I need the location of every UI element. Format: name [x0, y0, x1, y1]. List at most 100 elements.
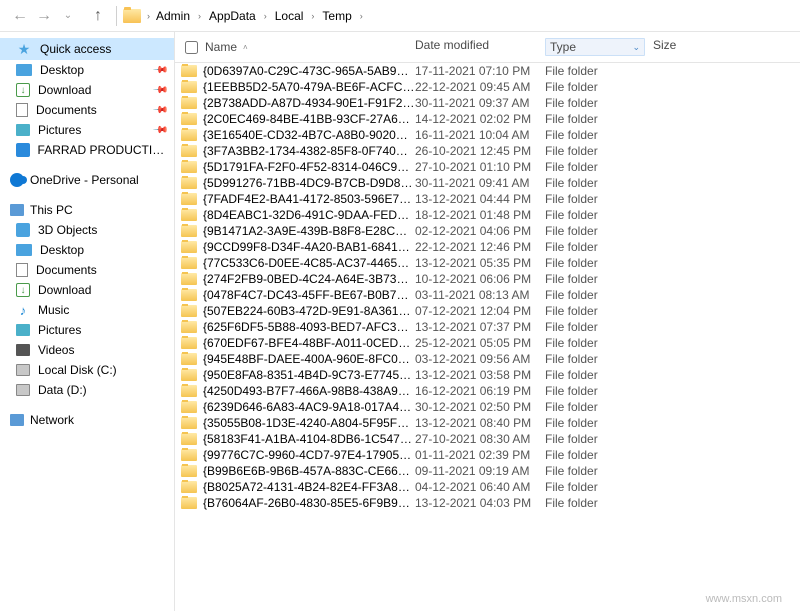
music-icon: ♪ — [16, 303, 30, 317]
table-row[interactable]: {1EEBB5D2-5A70-479A-BE6F-ACFC06F...22-12… — [175, 79, 800, 95]
table-row[interactable]: {0478F4C7-DC43-45FF-BE67-B0B735D...03-11… — [175, 287, 800, 303]
sidebar-item-desktop-pc[interactable]: Desktop — [0, 240, 174, 260]
table-row[interactable]: {945E48BF-DAEE-400A-960E-8FC0E5F...03-12… — [175, 351, 800, 367]
table-row[interactable]: {8D4EABC1-32D6-491C-9DAA-FED6C6...18-12-… — [175, 207, 800, 223]
sidebar-item-farrad[interactable]: FARRAD PRODUCTION — [0, 140, 174, 160]
file-type: File folder — [545, 144, 653, 158]
file-type: File folder — [545, 96, 653, 110]
file-name: {5D991276-71BB-4DC9-B7CB-D9D8BD... — [203, 176, 415, 190]
breadcrumb-segment[interactable]: Local — [271, 7, 308, 25]
folder-icon — [181, 353, 197, 365]
file-date: 25-12-2021 05:05 PM — [415, 336, 545, 350]
folder-icon — [181, 145, 197, 157]
table-row[interactable]: {670EDF67-BFE4-48BF-A011-0CED9B4...25-12… — [175, 335, 800, 351]
sidebar-item-documents[interactable]: Documents📌 — [0, 100, 174, 120]
folder-icon — [181, 497, 197, 509]
table-row[interactable]: {58183F41-A1BA-4104-8DB6-1C54758...27-10… — [175, 431, 800, 447]
table-row[interactable]: {5D991276-71BB-4DC9-B7CB-D9D8BD...30-11-… — [175, 175, 800, 191]
table-row[interactable]: {5D1791FA-F2F0-4F52-8314-046C9C8D...27-1… — [175, 159, 800, 175]
table-row[interactable]: {2C0EC469-84BE-41BB-93CF-27A6F4E...14-12… — [175, 111, 800, 127]
file-type: File folder — [545, 80, 653, 94]
sidebar-item-data-d[interactable]: Data (D:) — [0, 380, 174, 400]
file-date: 16-11-2021 10:04 AM — [415, 128, 545, 142]
file-type: File folder — [545, 224, 653, 238]
file-type: File folder — [545, 464, 653, 478]
table-row[interactable]: {B8025A72-4131-4B24-82E4-FF3A8E14...04-1… — [175, 479, 800, 495]
file-type: File folder — [545, 384, 653, 398]
file-type: File folder — [545, 432, 653, 446]
folder-icon — [181, 193, 197, 205]
table-row[interactable]: {625F6DF5-5B88-4093-BED7-AFC387F9...13-1… — [175, 319, 800, 335]
file-type: File folder — [545, 192, 653, 206]
sidebar-item-network[interactable]: Network — [0, 410, 174, 430]
table-row[interactable]: {950E8FA8-8351-4B4D-9C73-E77450D3...13-1… — [175, 367, 800, 383]
sidebar-item-this-pc[interactable]: This PC — [0, 200, 174, 220]
table-row[interactable]: {9CCD99F8-D34F-4A20-BAB1-6841C51...22-12… — [175, 239, 800, 255]
table-row[interactable]: {6239D646-6A83-4AC9-9A18-017A433...30-12… — [175, 399, 800, 415]
file-type: File folder — [545, 448, 653, 462]
disk-icon — [16, 384, 30, 396]
file-name: {3F7A3BB2-1734-4382-85F8-0F740B71... — [203, 144, 415, 158]
sidebar-item-pictures[interactable]: Pictures📌 — [0, 120, 174, 140]
folder-icon — [181, 129, 197, 141]
pin-icon: 📌 — [151, 122, 168, 139]
table-row[interactable]: {3F7A3BB2-1734-4382-85F8-0F740B71...26-1… — [175, 143, 800, 159]
sidebar-item-download[interactable]: Download📌 — [0, 80, 174, 100]
select-all-checkbox[interactable] — [181, 38, 201, 56]
table-row[interactable]: {2B738ADD-A87D-4934-90E1-F91F226...30-11… — [175, 95, 800, 111]
file-date: 27-10-2021 08:30 AM — [415, 432, 545, 446]
folder-icon — [181, 321, 197, 333]
breadcrumb[interactable]: Admin›AppData›Local›Temp› — [152, 7, 365, 25]
up-button[interactable]: ↑ — [86, 4, 110, 28]
file-name: {2B738ADD-A87D-4934-90E1-F91F226... — [203, 96, 415, 110]
file-date: 22-12-2021 09:45 AM — [415, 80, 545, 94]
folder-icon — [181, 97, 197, 109]
table-row[interactable]: {274F2FB9-0BED-4C24-A64E-3B7356B5...10-1… — [175, 271, 800, 287]
dropdown-history[interactable]: ⌄ — [56, 4, 80, 28]
forward-button[interactable]: → — [32, 4, 56, 28]
column-header-name[interactable]: Name˄ — [201, 38, 415, 56]
table-row[interactable]: {3E16540E-CD32-4B7C-A8B0-9020F65...16-11… — [175, 127, 800, 143]
sidebar-item-videos[interactable]: Videos — [0, 340, 174, 360]
file-name: {8D4EABC1-32D6-491C-9DAA-FED6C6... — [203, 208, 415, 222]
chevron-right-icon: › — [309, 11, 316, 21]
table-row[interactable]: {35055B08-1D3E-4240-A804-5F95F73E...13-1… — [175, 415, 800, 431]
sidebar-item-download-pc[interactable]: Download — [0, 280, 174, 300]
file-date: 13-12-2021 05:35 PM — [415, 256, 545, 270]
sidebar-item-quick-access[interactable]: ★Quick access — [0, 38, 174, 60]
back-button[interactable]: ← — [8, 4, 32, 28]
sidebar-item-local-disk-c[interactable]: Local Disk (C:) — [0, 360, 174, 380]
chevron-down-icon: ⌄ — [632, 42, 640, 53]
table-row[interactable]: {77C533C6-D0EE-4C85-AC37-4465B1B...13-12… — [175, 255, 800, 271]
pin-icon: 📌 — [151, 102, 168, 119]
breadcrumb-segment[interactable]: Admin — [152, 7, 194, 25]
pc-icon — [10, 204, 24, 216]
file-type: File folder — [545, 64, 653, 78]
table-row[interactable]: {99776C7C-9960-4CD7-97E4-17905AA...01-11… — [175, 447, 800, 463]
file-type: File folder — [545, 368, 653, 382]
table-row[interactable]: {B76064AF-26B0-4830-85E5-6F9B92B7...13-1… — [175, 495, 800, 511]
file-type: File folder — [545, 416, 653, 430]
table-row[interactable]: {4250D493-B7F7-466A-98B8-438A9C4...16-12… — [175, 383, 800, 399]
sidebar-item-desktop[interactable]: Desktop📌 — [0, 60, 174, 80]
file-date: 18-12-2021 01:48 PM — [415, 208, 545, 222]
column-header-size[interactable]: Size — [653, 38, 713, 56]
sidebar-item-pictures-pc[interactable]: Pictures — [0, 320, 174, 340]
column-header-type[interactable]: Type⌄ — [545, 38, 645, 56]
sidebar-item-onedrive[interactable]: OneDrive - Personal — [0, 170, 174, 190]
table-row[interactable]: {B99B6E6B-9B6B-457A-883C-CE66B70...09-11… — [175, 463, 800, 479]
column-header-date[interactable]: Date modified — [415, 38, 545, 56]
breadcrumb-segment[interactable]: Temp — [318, 7, 355, 25]
table-row[interactable]: {9B1471A2-3A9E-439B-B8F8-E28CBA4...02-12… — [175, 223, 800, 239]
sidebar-item-music[interactable]: ♪Music — [0, 300, 174, 320]
folder-icon — [123, 9, 141, 23]
table-row[interactable]: {7FADF4E2-BA41-4172-8503-596E7978...13-1… — [175, 191, 800, 207]
file-name: {4250D493-B7F7-466A-98B8-438A9C4... — [203, 384, 415, 398]
sidebar-item-3d-objects[interactable]: 3D Objects — [0, 220, 174, 240]
file-name: {35055B08-1D3E-4240-A804-5F95F73E... — [203, 416, 415, 430]
table-row[interactable]: {507EB224-60B3-472D-9E91-8A361C6F...07-1… — [175, 303, 800, 319]
table-row[interactable]: {0D6397A0-C29C-473C-965A-5AB92FF...17-11… — [175, 63, 800, 79]
breadcrumb-segment[interactable]: AppData — [205, 7, 260, 25]
folder-icon — [181, 257, 197, 269]
sidebar-item-documents-pc[interactable]: Documents — [0, 260, 174, 280]
